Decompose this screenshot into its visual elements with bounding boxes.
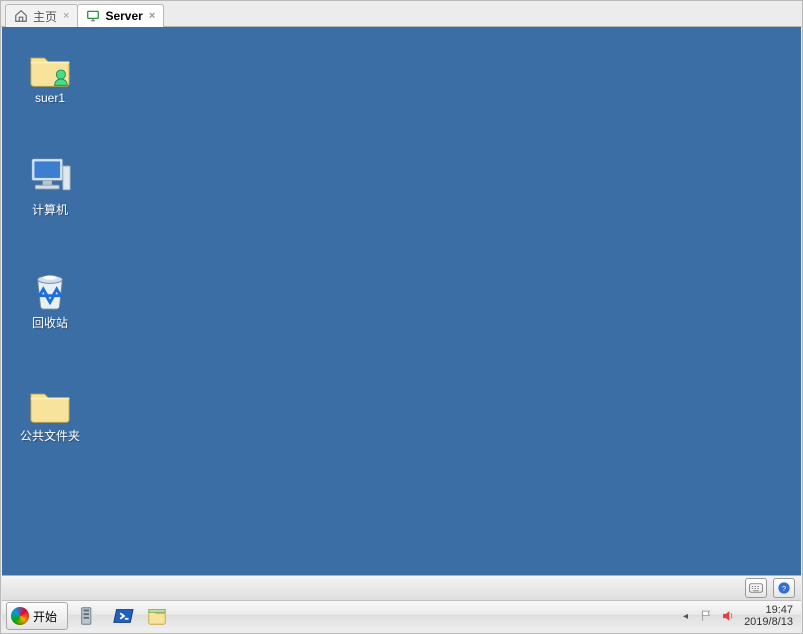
clock-date: 2019/8/13 xyxy=(744,616,793,628)
host-tab-label: Server xyxy=(105,9,142,23)
desktop-icon-label: suer1 xyxy=(12,91,88,105)
guest-status-strip: ? xyxy=(2,575,801,601)
monitor-icon xyxy=(86,9,100,23)
host-tab-server[interactable]: Server × xyxy=(77,4,164,27)
user-folder-icon xyxy=(12,45,88,89)
computer-icon xyxy=(12,155,88,199)
desktop-icon-recycle-bin[interactable]: 回收站 xyxy=(12,268,88,331)
help-icon[interactable]: ? xyxy=(773,578,795,598)
explorer-icon xyxy=(146,605,168,627)
server-manager-icon xyxy=(78,605,100,627)
desktop-icon-label: 计算机 xyxy=(12,201,88,218)
folder-icon xyxy=(12,381,88,425)
desktop-icon-grid: suer1 计算机 xyxy=(12,45,88,444)
taskbar: 开始 ◂ 19:47 201 xyxy=(2,600,801,631)
system-tray: ◂ 19:47 2019/8/13 xyxy=(673,601,801,631)
desktop-icon-label: 公共文件夹 xyxy=(12,427,88,444)
host-tab-bar: 主页 × Server × xyxy=(1,1,802,27)
svg-text:?: ? xyxy=(782,584,786,593)
home-icon xyxy=(14,9,28,23)
start-button-label: 开始 xyxy=(33,608,57,625)
recycle-bin-icon xyxy=(12,268,88,312)
taskbar-clock[interactable]: 19:47 2019/8/13 xyxy=(742,604,795,628)
clock-time: 19:47 xyxy=(744,604,793,616)
powershell-icon xyxy=(112,605,134,627)
desktop-icon-label: 回收站 xyxy=(12,314,88,331)
close-icon[interactable]: × xyxy=(63,10,69,22)
taskbar-pinned-powershell[interactable] xyxy=(108,603,138,629)
desktop-icon-computer[interactable]: 计算机 xyxy=(12,155,88,218)
taskbar-pinned-server-manager[interactable] xyxy=(74,603,104,629)
remote-desktop-viewport[interactable]: suer1 计算机 xyxy=(2,27,801,631)
action-flag-icon[interactable] xyxy=(698,608,714,624)
desktop-icon-public-folder[interactable]: 公共文件夹 xyxy=(12,381,88,444)
desktop-icon-user-folder[interactable]: suer1 xyxy=(12,45,88,105)
keyboard-icon[interactable] xyxy=(745,578,767,598)
volume-icon[interactable] xyxy=(720,608,736,624)
windows-orb-icon xyxy=(11,607,29,625)
tray-overflow-chevron[interactable]: ◂ xyxy=(679,611,692,622)
host-tab-home[interactable]: 主页 × xyxy=(5,4,78,27)
taskbar-pinned-explorer[interactable] xyxy=(142,603,172,629)
start-button[interactable]: 开始 xyxy=(6,602,68,630)
host-tab-label: 主页 xyxy=(33,8,57,25)
close-icon[interactable]: × xyxy=(149,10,155,22)
